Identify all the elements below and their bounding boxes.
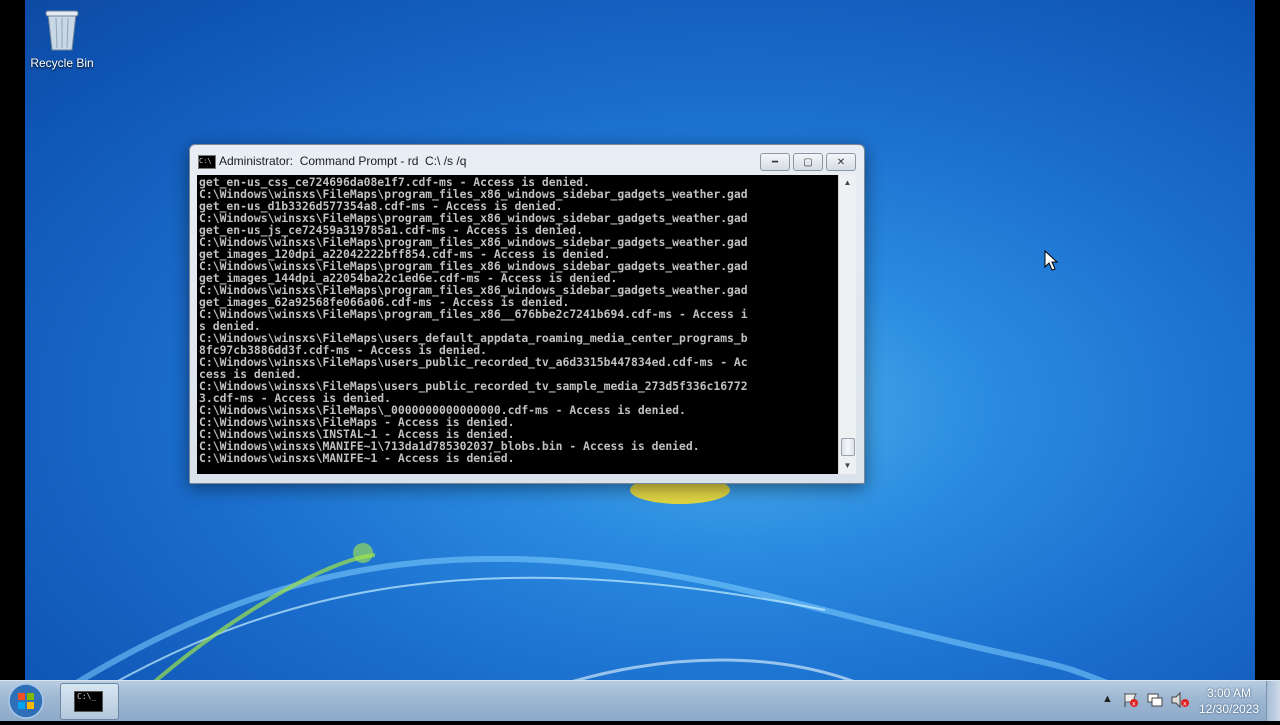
console-text: get_en-us_css_ce724696da08e1f7.cdf-ms - … <box>199 175 748 465</box>
cmd-icon: C:\_ <box>74 691 103 712</box>
scroll-thumb[interactable] <box>841 438 855 456</box>
desktop: Recycle Bin C:\ Administrator: Command P… <box>25 0 1255 680</box>
system-clock[interactable]: 3:00 AM 12/30/2023 <box>1196 685 1262 717</box>
maximize-icon: ▢ <box>803 156 813 168</box>
network-icon[interactable] <box>1146 691 1164 712</box>
chevron-up-icon: ▲ <box>1102 693 1113 705</box>
desktop-icon-recycle-bin[interactable]: Recycle Bin <box>25 6 99 70</box>
minimize-button[interactable]: ━ <box>760 153 790 171</box>
scroll-up-arrow-icon[interactable]: ▲ <box>839 175 856 191</box>
volume-muted-icon[interactable]: x <box>1170 691 1190 712</box>
windows-start-icon <box>8 683 44 719</box>
svg-text:x: x <box>1132 701 1136 708</box>
start-button[interactable] <box>6 682 46 720</box>
desktop-icon-label: Recycle Bin <box>30 56 94 70</box>
maximize-button[interactable]: ▢ <box>793 153 823 171</box>
show-desktop-button[interactable] <box>1266 681 1280 721</box>
mouse-pointer-icon <box>1044 250 1058 271</box>
cmd-icon: C:\ <box>198 155 216 169</box>
title-bar[interactable]: C:\ Administrator: Command Prompt - rd C… <box>190 145 864 175</box>
window-title: Administrator: Command Prompt - rd C:\ /… <box>219 154 467 168</box>
close-button[interactable]: ✕ <box>826 153 856 171</box>
scroll-down-arrow-icon[interactable]: ▼ <box>839 458 856 474</box>
svg-text:x: x <box>1183 701 1187 708</box>
clock-date: 12/30/2023 <box>1198 702 1260 716</box>
vertical-scrollbar[interactable]: ▲ ▼ <box>838 175 856 474</box>
action-center-flag-icon[interactable]: x <box>1122 691 1140 712</box>
taskbar: C:\_ ▲ x x 3:00 AM 12/30/2023 <box>0 680 1280 721</box>
show-hidden-icons-button[interactable]: ▲ <box>1102 693 1113 705</box>
console-output[interactable]: get_en-us_css_ce724696da08e1f7.cdf-ms - … <box>197 175 838 474</box>
recycle-bin-icon <box>42 6 82 52</box>
taskbar-command-prompt-button[interactable]: C:\_ <box>60 683 119 720</box>
minimize-icon: ━ <box>771 156 779 168</box>
close-icon: ✕ <box>836 156 846 168</box>
clock-time: 3:00 AM <box>1206 686 1252 700</box>
command-prompt-window[interactable]: C:\ Administrator: Command Prompt - rd C… <box>189 144 865 484</box>
